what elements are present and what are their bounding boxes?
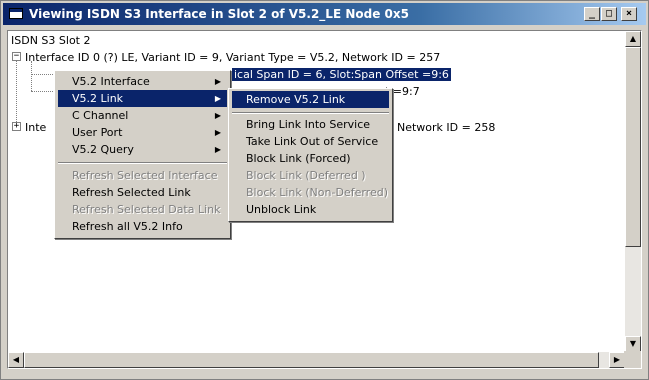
tree-connector bbox=[16, 52, 17, 126]
menu-item-c-channel[interactable]: C Channel ▶ bbox=[58, 107, 227, 124]
menu-item-refresh-selected-link[interactable]: Refresh Selected Link bbox=[58, 184, 227, 201]
submenu-arrow-icon: ▶ bbox=[214, 111, 221, 120]
menu-item-remove-v52-link[interactable]: Remove V5.2 Link bbox=[232, 91, 389, 108]
menu-item-v52-link[interactable]: V5.2 Link ▶ bbox=[58, 90, 227, 107]
title-bar[interactable]: Viewing ISDN S3 Interface in Slot 2 of V… bbox=[3, 3, 646, 25]
horizontal-scroll-thumb[interactable] bbox=[24, 352, 599, 368]
menu-item-refresh-all-v52-info[interactable]: Refresh all V5.2 Info bbox=[58, 218, 227, 235]
menu-item-refresh-selected-data-link: Refresh Selected Data Link bbox=[72, 203, 221, 216]
submenu-arrow-icon: ▶ bbox=[214, 77, 221, 86]
close-button[interactable]: × bbox=[621, 7, 637, 21]
window-icon bbox=[9, 8, 23, 19]
tree-connector bbox=[31, 61, 32, 91]
scroll-left-button[interactable]: ◀ bbox=[8, 352, 24, 368]
submenu-arrow-icon: ▶ bbox=[214, 145, 221, 154]
horizontal-scrollbar[interactable]: ◀ ▶ bbox=[8, 352, 625, 368]
maximize-button[interactable]: □ bbox=[601, 7, 617, 21]
vertical-scroll-thumb[interactable] bbox=[625, 47, 641, 247]
tree-root[interactable]: ISDN S3 Slot 2 bbox=[11, 34, 90, 47]
scroll-down-button[interactable]: ▼ bbox=[625, 336, 641, 352]
tree-node-interface-1-network[interactable]: Network ID = 258 bbox=[397, 121, 495, 134]
menu-item-label: V5.2 Link bbox=[72, 92, 124, 105]
collapse-icon[interactable]: − bbox=[12, 52, 21, 61]
menu-item-label: V5.2 Query bbox=[72, 143, 134, 156]
v52-link-submenu: Remove V5.2 Link Bring Link Into Service… bbox=[228, 88, 393, 222]
tree-connector bbox=[31, 74, 53, 75]
context-menu: V5.2 Interface ▶ V5.2 Link ▶ C Channel ▶… bbox=[54, 70, 231, 239]
minimize-button[interactable]: _ bbox=[584, 7, 600, 21]
menu-item-block-link-non-deferred: Block Link (Non-Deferred) bbox=[246, 186, 388, 199]
menu-item-label: C Channel bbox=[72, 109, 129, 122]
window-title: Viewing ISDN S3 Interface in Slot 2 of V… bbox=[29, 7, 409, 21]
menu-item-take-link-out-of-service[interactable]: Take Link Out of Service bbox=[232, 133, 389, 150]
tree-node-link-1[interactable]: ical Span ID = 6, Slot:Span Offset =9:6 bbox=[231, 67, 452, 82]
tree-node-interface-0[interactable]: Interface ID 0 (?) LE, Variant ID = 9, V… bbox=[25, 51, 440, 64]
vertical-scrollbar[interactable]: ▲ ▼ bbox=[625, 31, 641, 352]
menu-item-label: V5.2 Interface bbox=[72, 75, 150, 88]
menu-item-user-port[interactable]: User Port ▶ bbox=[58, 124, 227, 141]
tree-node-interface-1[interactable]: Inte bbox=[25, 121, 46, 134]
scroll-up-button[interactable]: ▲ bbox=[625, 31, 641, 47]
menu-separator bbox=[58, 162, 227, 164]
menu-item-label: User Port bbox=[72, 126, 123, 139]
tree-connector bbox=[31, 91, 53, 92]
menu-item-unblock-link[interactable]: Unblock Link bbox=[232, 201, 389, 218]
menu-item-v52-interface[interactable]: V5.2 Interface ▶ bbox=[58, 73, 227, 90]
menu-separator bbox=[232, 112, 389, 114]
submenu-arrow-icon: ▶ bbox=[214, 128, 221, 137]
menu-item-bring-link-into-service[interactable]: Bring Link Into Service bbox=[232, 116, 389, 133]
scroll-right-button[interactable]: ▶ bbox=[609, 352, 625, 368]
expand-icon[interactable]: + bbox=[12, 122, 21, 131]
menu-item-block-link-forced[interactable]: Block Link (Forced) bbox=[232, 150, 389, 167]
menu-item-block-link-deferred: Block Link (Deferred ) bbox=[246, 169, 366, 182]
resize-grip[interactable] bbox=[624, 351, 641, 368]
submenu-arrow-icon: ▶ bbox=[214, 94, 221, 103]
menu-item-refresh-selected-interface: Refresh Selected Interface bbox=[72, 169, 218, 182]
menu-item-v52-query[interactable]: V5.2 Query ▶ bbox=[58, 141, 227, 158]
